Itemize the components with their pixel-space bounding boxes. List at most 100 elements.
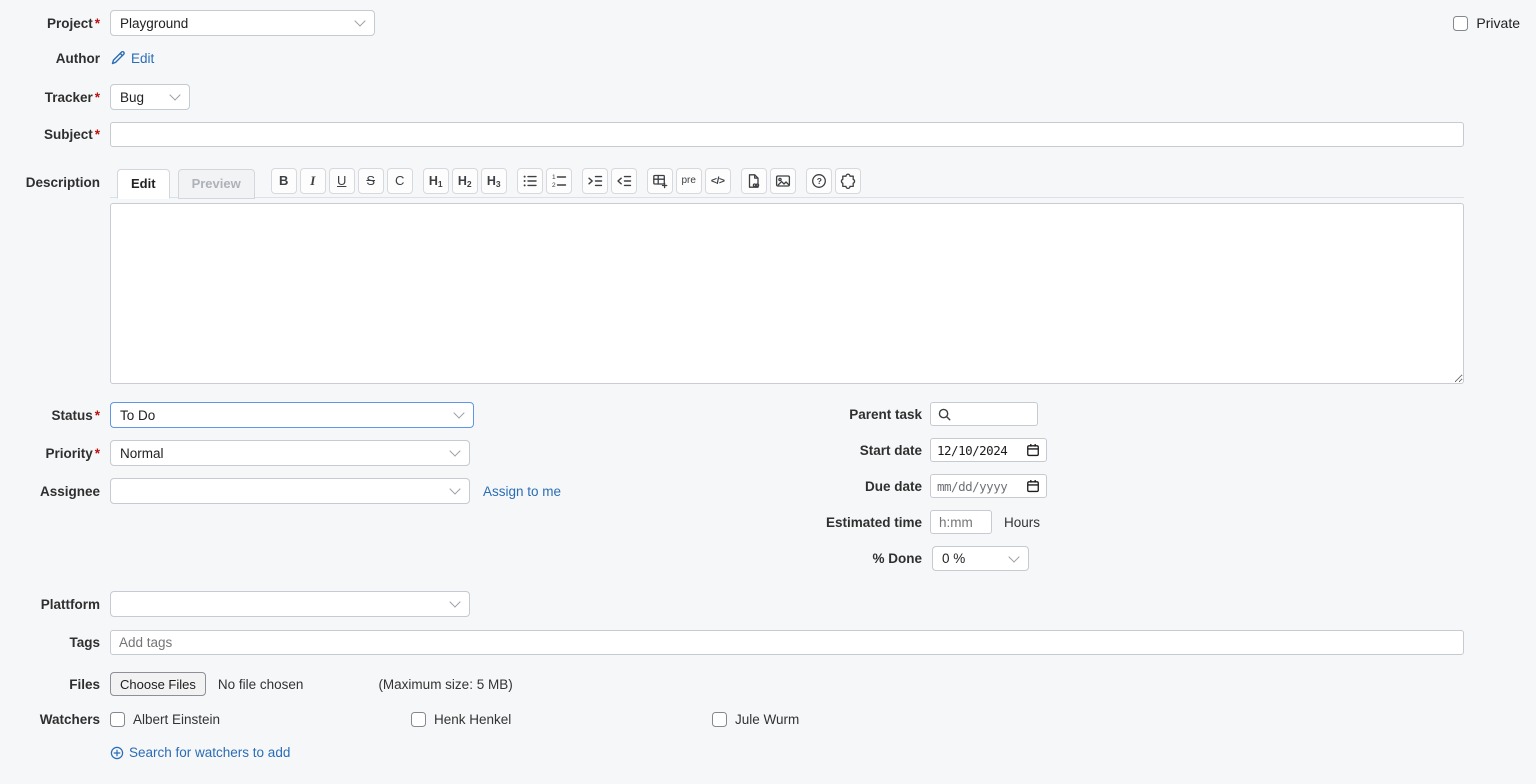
insert-image-button[interactable]	[770, 168, 796, 194]
heading3-button[interactable]: H3	[481, 168, 507, 194]
author-edit-link[interactable]: Edit	[110, 50, 154, 66]
parent-task-input[interactable]	[930, 402, 1038, 426]
strikethrough-button[interactable]: S	[358, 168, 384, 194]
plattform-row: Plattform	[0, 591, 1536, 617]
estimated-time-input[interactable]	[930, 510, 992, 534]
inline-code-button[interactable]: C	[387, 168, 413, 194]
priority-select-value: Normal	[120, 446, 164, 461]
outdent-icon	[616, 173, 632, 189]
plattform-label: Plattform	[0, 597, 100, 612]
start-date-label: Start date	[790, 443, 922, 458]
chevron-down-icon	[449, 596, 460, 607]
calendar-icon[interactable]	[1026, 443, 1040, 457]
required-asterisk: *	[95, 127, 100, 142]
tracker-label: Tracker*	[0, 90, 100, 105]
status-select[interactable]: To Do	[110, 402, 474, 428]
author-row: Author Edit	[0, 48, 1536, 68]
assignee-label: Assignee	[0, 484, 100, 499]
chevron-down-icon	[453, 407, 464, 418]
private-checkbox[interactable]	[1453, 16, 1468, 31]
assign-to-me-link[interactable]: Assign to me	[483, 484, 561, 499]
project-select[interactable]: Playground	[110, 10, 375, 36]
status-row: Status* To Do	[0, 402, 1536, 428]
chevron-down-icon	[1008, 551, 1019, 562]
watcher-name: Jule Wurm	[735, 712, 799, 727]
unquote-button[interactable]	[611, 168, 637, 194]
schedule-column: Parent task Start date 12/10/2024 Due da…	[790, 402, 1047, 583]
description-textarea[interactable]	[110, 203, 1464, 384]
tab-edit[interactable]: Edit	[117, 169, 170, 199]
required-asterisk: *	[95, 90, 100, 105]
plus-circle-icon	[110, 746, 124, 760]
percent-done-select[interactable]: 0 %	[932, 546, 1029, 571]
project-row: Project* Playground	[0, 10, 1536, 36]
ordered-list-button[interactable]: 12	[546, 168, 572, 194]
heading2-button[interactable]: H2	[452, 168, 478, 194]
chevron-down-icon	[449, 445, 460, 456]
underline-button[interactable]: U	[329, 168, 355, 194]
percent-done-value: 0 %	[942, 551, 965, 566]
macro-button[interactable]	[835, 168, 861, 194]
parent-task-label: Parent task	[790, 407, 922, 422]
subject-label: Subject*	[0, 127, 100, 142]
code-block-button[interactable]: </>	[705, 168, 731, 194]
description-editor: Edit Preview B I U S C H1 H2 H3 12	[110, 168, 1464, 384]
chevron-down-icon	[169, 89, 180, 100]
estimated-time-row: Estimated time Hours	[790, 510, 1047, 534]
help-button[interactable]: ?	[806, 168, 832, 194]
bold-button[interactable]: B	[271, 168, 297, 194]
bold-icon: B	[279, 173, 288, 188]
assignee-row: Assignee Assign to me	[0, 478, 1536, 504]
watcher-option[interactable]: Jule Wurm	[712, 712, 1013, 727]
required-asterisk: *	[95, 446, 100, 461]
link-file-button[interactable]	[741, 168, 767, 194]
watcher-name: Albert Einstein	[133, 712, 220, 727]
watcher-option[interactable]: Henk Henkel	[411, 712, 712, 727]
watcher-option[interactable]: Albert Einstein	[110, 712, 411, 727]
heading1-button[interactable]: H1	[423, 168, 449, 194]
start-date-input[interactable]: 12/10/2024	[930, 438, 1047, 462]
files-label: Files	[0, 677, 100, 692]
svg-text:2: 2	[552, 182, 556, 189]
max-size-hint: (Maximum size: 5 MB)	[378, 677, 512, 692]
watcher-checkbox[interactable]	[411, 712, 426, 727]
new-issue-form: Private Project* Playground Author Edit …	[0, 0, 1536, 760]
chevron-down-icon	[449, 483, 460, 494]
due-date-input[interactable]: mm/dd/yyyy	[930, 474, 1047, 498]
unordered-list-button[interactable]	[517, 168, 543, 194]
table-plus-icon	[652, 173, 668, 189]
parent-task-row: Parent task	[790, 402, 1047, 426]
private-label: Private	[1476, 15, 1520, 31]
preformatted-button[interactable]: pre	[676, 168, 702, 194]
blockquote-button[interactable]	[582, 168, 608, 194]
tags-row: Tags	[0, 630, 1536, 655]
priority-select[interactable]: Normal	[110, 440, 470, 466]
tracker-row: Tracker* Bug	[0, 84, 1536, 110]
file-chosen-status: No file chosen	[218, 677, 304, 692]
description-row: Description Edit Preview B I U S C H1 H2…	[0, 168, 1536, 384]
search-watchers-link[interactable]: Search for watchers to add	[110, 745, 290, 760]
assignee-select[interactable]	[110, 478, 470, 504]
tracker-select[interactable]: Bug	[110, 84, 190, 110]
tags-input[interactable]	[110, 630, 1464, 655]
due-date-label: Due date	[790, 479, 922, 494]
project-select-value: Playground	[120, 16, 188, 31]
subject-input[interactable]	[110, 122, 1464, 147]
watcher-checkbox[interactable]	[110, 712, 125, 727]
plattform-select[interactable]	[110, 591, 470, 617]
h1-sub: 1	[438, 179, 443, 189]
required-asterisk: *	[95, 16, 100, 31]
editor-toolbar: B I U S C H1 H2 H3 12	[271, 166, 864, 196]
indent-icon	[587, 173, 603, 189]
italic-button[interactable]: I	[300, 168, 326, 194]
inline-code-icon: C	[395, 173, 404, 188]
watcher-checkbox[interactable]	[712, 712, 727, 727]
tab-preview[interactable]: Preview	[178, 169, 255, 199]
choose-files-button[interactable]: Choose Files	[110, 672, 206, 696]
files-row: Files Choose Files No file chosen (Maxim…	[0, 672, 1536, 696]
author-label: Author	[0, 51, 100, 66]
status-label: Status*	[0, 408, 100, 423]
priority-label: Priority*	[0, 446, 100, 461]
insert-table-button[interactable]	[647, 168, 673, 194]
calendar-icon[interactable]	[1026, 479, 1040, 493]
